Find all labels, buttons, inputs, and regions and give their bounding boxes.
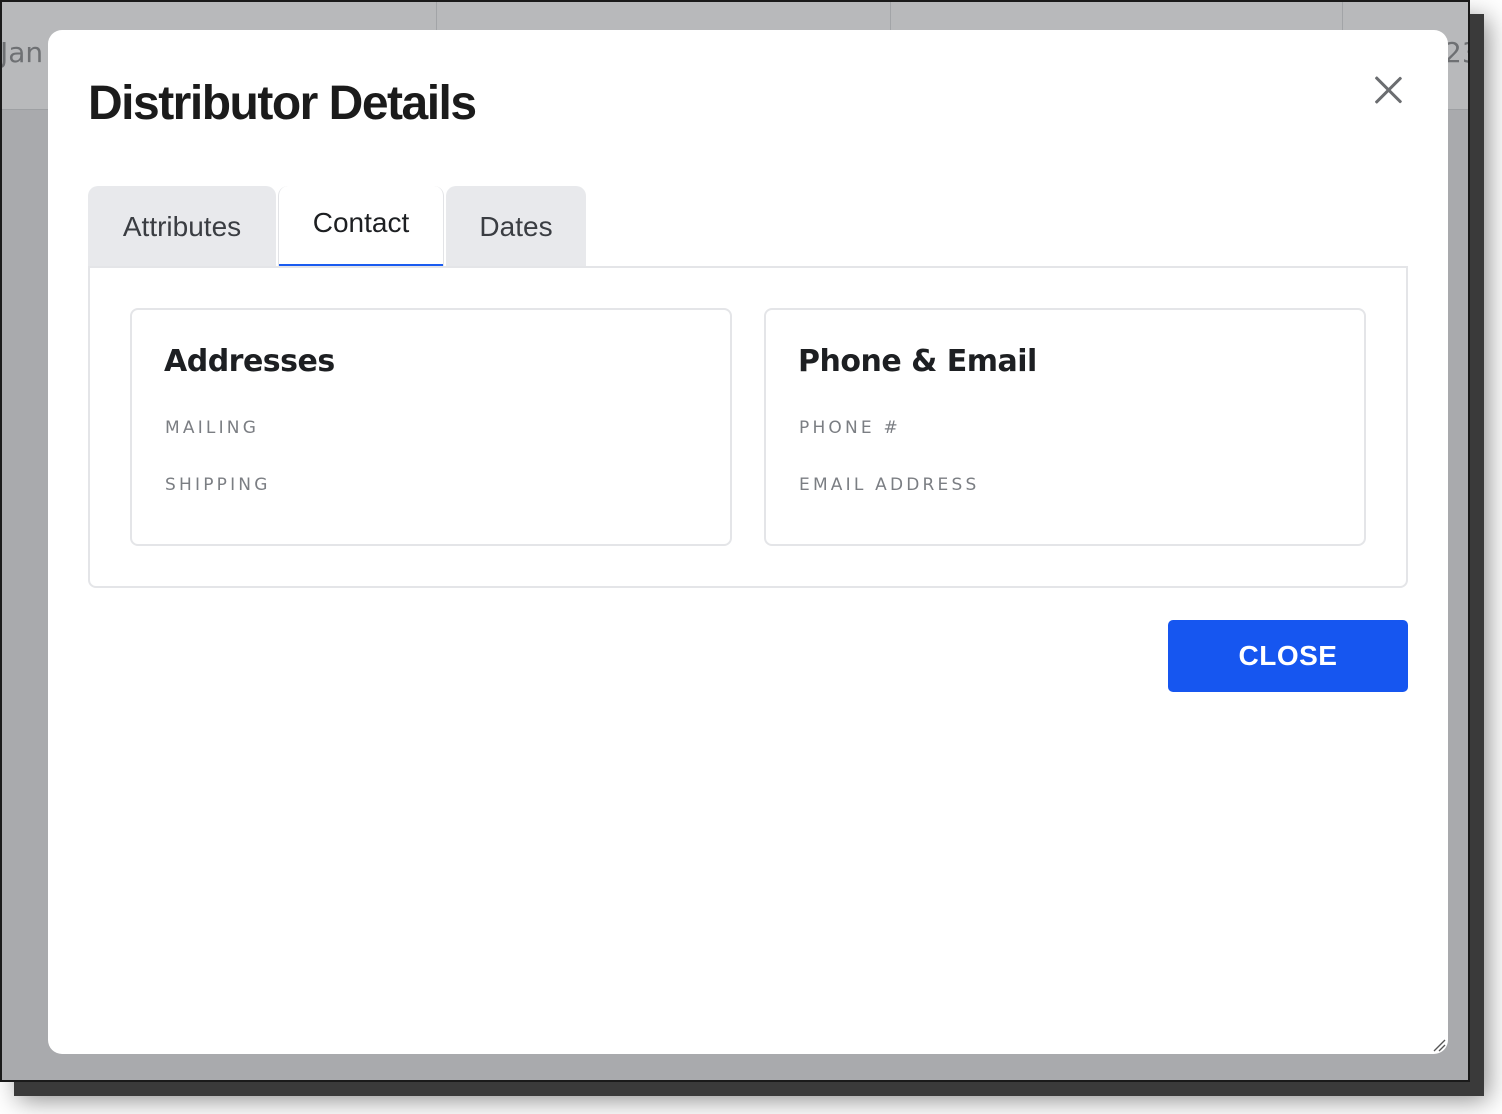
close-button[interactable]: CLOSE [1168, 620, 1408, 692]
resize-handle-icon[interactable] [1432, 1038, 1446, 1052]
shipping-label: SHIPPING [165, 475, 271, 495]
phone-label: PHONE # [799, 418, 901, 438]
background-date-text: Jan [0, 36, 44, 69]
tab-bar: Attributes Contact Dates [88, 186, 1408, 268]
email-address-label: EMAIL ADDRESS [799, 475, 980, 495]
tab-contact[interactable]: Contact [278, 186, 444, 268]
distributor-details-modal: Distributor Details Attributes Contact D… [48, 30, 1448, 1054]
mailing-label: MAILING [165, 418, 260, 438]
contact-tab-panel: Addresses MAILING SHIPPING Phone & Email… [88, 266, 1408, 588]
addresses-card: Addresses MAILING SHIPPING [130, 308, 732, 546]
tab-dates[interactable]: Dates [446, 186, 586, 268]
phone-email-card: Phone & Email PHONE # EMAIL ADDRESS [764, 308, 1366, 546]
addresses-card-title: Addresses [164, 344, 335, 379]
modal-title: Distributor Details [88, 77, 477, 130]
tab-attributes[interactable]: Attributes [88, 186, 276, 268]
close-x-icon[interactable] [1372, 74, 1404, 106]
phone-email-card-title: Phone & Email [798, 344, 1037, 379]
screenshot-frame: Jan 23 Distributor Details Attributes Co… [0, 0, 1470, 1082]
